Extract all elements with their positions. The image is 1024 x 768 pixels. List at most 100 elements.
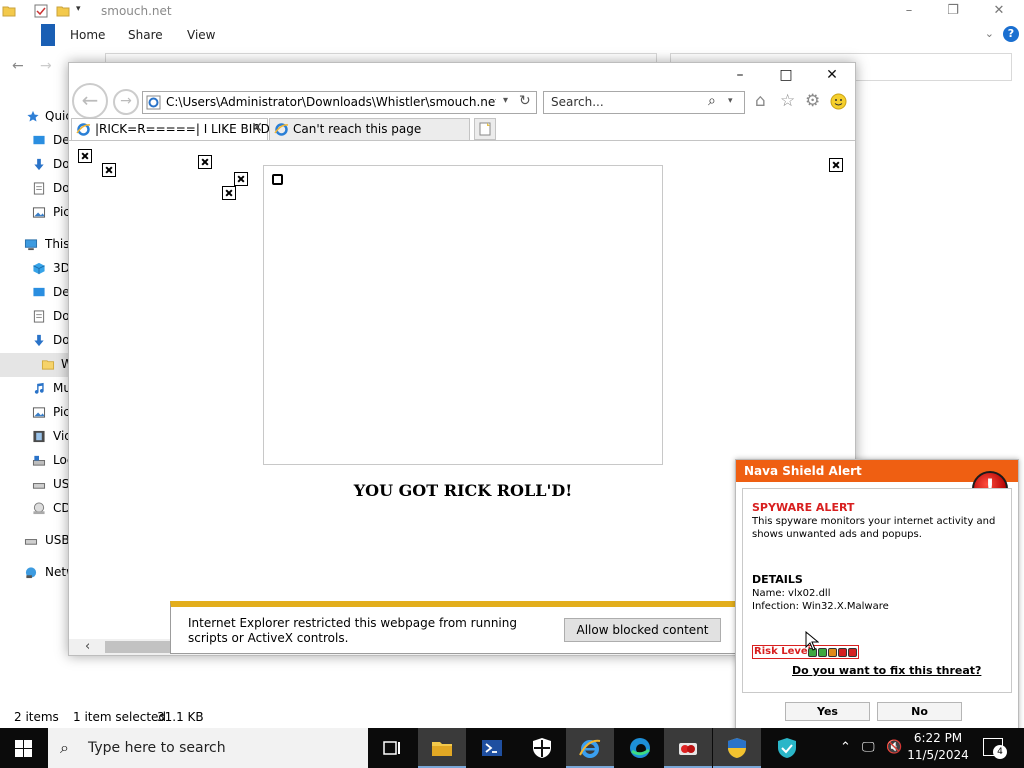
search-placeholder: Search... xyxy=(551,95,604,109)
broken-image-icon xyxy=(102,163,116,177)
nav-pictures[interactable]: Pictures xyxy=(0,201,70,225)
close-button[interactable]: ✕ xyxy=(976,0,1022,24)
taskbar-clock[interactable]: 6:22 PM 11/5/2024 xyxy=(905,730,971,764)
nav-cd[interactable]: CD xyxy=(0,497,70,521)
taskbar-powershell[interactable] xyxy=(468,728,516,768)
ie-close-button[interactable]: ✕ xyxy=(809,67,855,89)
address-url[interactable]: C:\Users\Administrator\Downloads\Whistle… xyxy=(166,95,496,109)
tab-share[interactable]: Share xyxy=(128,28,163,42)
start-button[interactable] xyxy=(0,728,48,768)
tab-cant-reach[interactable]: Can't reach this page xyxy=(269,118,470,140)
help-button[interactable]: ? xyxy=(1003,26,1019,42)
ie-minimize-button[interactable]: – xyxy=(717,67,763,89)
nav-local-disk[interactable]: Local Disk xyxy=(0,449,70,473)
properties-icon[interactable] xyxy=(34,4,48,18)
taskbar-search[interactable]: ⌕ Type here to search xyxy=(48,728,368,768)
document-icon xyxy=(33,182,45,195)
download-icon xyxy=(34,334,44,347)
notification-count-badge: 4 xyxy=(993,745,1007,759)
show-hidden-icons-icon[interactable]: ⌃ xyxy=(840,740,851,755)
expand-ribbon-icon[interactable]: ⌄ xyxy=(985,27,994,40)
address-dropdown-icon[interactable]: ▾ xyxy=(503,95,508,106)
search-box[interactable]: Search... ⌕ ▾ xyxy=(543,91,745,114)
fix-threat-question[interactable]: Do you want to fix this threat? xyxy=(792,664,981,677)
tab-rick[interactable]: |RICK=R=====| I LIKE BIRD... ✕ xyxy=(71,118,281,140)
nav-usb-2[interactable]: USB xyxy=(0,529,70,553)
new-tab-button[interactable] xyxy=(474,118,496,140)
nav-3d-objects[interactable]: 3D Objects xyxy=(0,257,70,281)
nav-network[interactable]: Network xyxy=(0,561,70,585)
new-folder-icon[interactable] xyxy=(56,4,70,18)
volume-muted-icon[interactable]: 🔇 xyxy=(886,740,902,755)
taskbar-security[interactable] xyxy=(518,728,566,768)
alert-body: SPYWARE ALERT This spyware monitors your… xyxy=(742,488,1012,693)
nav-videos[interactable]: Videos xyxy=(0,425,70,449)
nav-this-pc[interactable]: This PC xyxy=(0,233,70,257)
nav-downloads-2[interactable]: Downloads xyxy=(0,329,70,353)
folder-icon xyxy=(41,360,55,370)
scroll-thumb[interactable] xyxy=(105,641,175,653)
favorites-star-icon[interactable]: ☆ xyxy=(780,91,795,111)
nav-documents[interactable]: Documents xyxy=(0,177,70,201)
action-center-button[interactable]: 4 xyxy=(983,738,1007,759)
nav-desktop-2[interactable]: Desktop xyxy=(0,281,70,305)
home-icon[interactable]: ⌂ xyxy=(755,91,766,111)
back-button[interactable]: ← xyxy=(72,83,108,119)
edge-icon xyxy=(630,738,650,758)
new-tab-icon xyxy=(479,122,491,136)
maximize-button[interactable]: ❐ xyxy=(930,0,976,24)
clock-date: 11/5/2024 xyxy=(907,748,969,762)
risk-segment xyxy=(818,648,827,657)
network-icon xyxy=(25,567,37,579)
ie-logo-icon xyxy=(579,739,601,758)
uac-shield-icon xyxy=(728,738,746,758)
search-icon[interactable]: ⌕ xyxy=(708,93,716,109)
nava-shield-icon xyxy=(778,738,796,758)
forward-arrow-icon[interactable]: → xyxy=(40,58,52,74)
usb-icon xyxy=(32,483,46,489)
ie-logo-icon xyxy=(274,123,289,136)
yes-button[interactable]: Yes xyxy=(785,702,870,721)
desktop-icon xyxy=(33,135,45,145)
nava-shield-alert: Nava Shield Alert ! SPYWARE ALERT This s… xyxy=(735,459,1019,732)
taskbar-file-explorer[interactable] xyxy=(418,728,466,768)
search-dropdown-icon[interactable]: ▾ xyxy=(728,96,733,106)
risk-segment xyxy=(828,648,837,657)
broken-image-icon xyxy=(198,155,212,169)
forward-button[interactable]: → xyxy=(113,89,139,115)
taskbar-app-boxes[interactable] xyxy=(664,728,712,768)
ie-maximize-button[interactable]: □ xyxy=(763,67,809,89)
task-view-button[interactable] xyxy=(368,728,416,768)
no-button[interactable]: No xyxy=(877,702,962,721)
customize-qa-icon[interactable]: ▾ xyxy=(76,4,90,18)
tab-view[interactable]: View xyxy=(187,28,215,42)
tab-strip: |RICK=R=====| I LIKE BIRD... ✕ Can't rea… xyxy=(71,118,855,140)
nav-downloads[interactable]: Downloads xyxy=(0,153,70,177)
network-tray-icon[interactable]: 🖵 xyxy=(862,740,875,755)
nav-pictures-2[interactable]: Pictures xyxy=(0,401,70,425)
nav-music[interactable]: Music xyxy=(0,377,70,401)
nav-desktop[interactable]: Desktop xyxy=(0,129,70,153)
taskbar-edge[interactable] xyxy=(616,728,664,768)
tab-home[interactable]: Home xyxy=(70,28,105,42)
taskbar-nava-shield[interactable] xyxy=(763,728,811,768)
scroll-left-icon[interactable]: ‹ xyxy=(85,639,90,654)
refresh-icon[interactable]: ↻ xyxy=(519,93,531,109)
close-tab-icon[interactable]: ✕ xyxy=(251,120,263,136)
back-arrow-icon[interactable]: ← xyxy=(12,58,24,74)
nav-documents-2[interactable]: Documents xyxy=(0,305,70,329)
smiley-feedback-icon[interactable] xyxy=(830,93,847,110)
nav-quick-access[interactable]: Quick access xyxy=(0,105,70,129)
document-icon xyxy=(33,310,45,323)
gear-icon[interactable]: ⚙ xyxy=(805,91,820,111)
nav-whistler[interactable]: Whistler xyxy=(0,353,70,377)
file-tab[interactable] xyxy=(41,24,55,46)
minimize-button[interactable]: – xyxy=(886,0,932,24)
spyware-title: SPYWARE ALERT xyxy=(752,501,855,514)
address-bar[interactable]: C:\Users\Administrator\Downloads\Whistle… xyxy=(142,91,537,114)
taskbar-uac-shield[interactable] xyxy=(713,728,761,768)
selection-count: 1 item selected xyxy=(73,710,167,724)
taskbar-internet-explorer[interactable] xyxy=(566,728,614,768)
allow-blocked-content-button[interactable]: Allow blocked content xyxy=(564,618,721,642)
nav-usb[interactable]: USB xyxy=(0,473,70,497)
